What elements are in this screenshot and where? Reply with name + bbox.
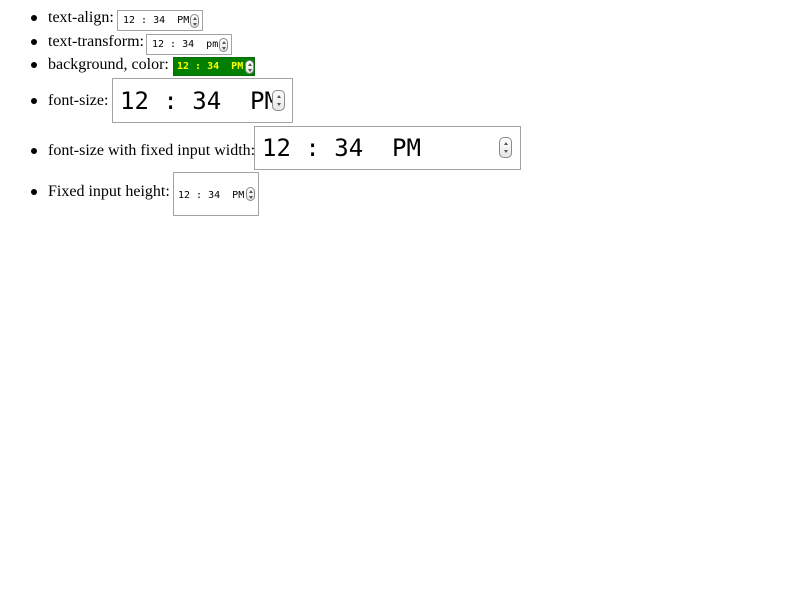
item-label: text-align: <box>48 9 114 26</box>
item-label: Fixed input height: <box>48 183 170 200</box>
up-down-stepper-icon[interactable] <box>219 38 228 52</box>
time-value[interactable]: 12 : 34 PM <box>120 87 279 115</box>
time-input-fixed-height[interactable]: 12 : 34 PM <box>173 172 259 216</box>
up-down-stepper-icon[interactable] <box>499 137 512 158</box>
time-input-font-size-fixed-width[interactable]: 12 : 34 PM <box>254 126 521 170</box>
time-input-text-align[interactable]: 12 : 34 PM <box>117 10 203 31</box>
up-down-stepper-icon[interactable] <box>272 90 285 111</box>
time-value[interactable]: 12 : 34 PM <box>178 188 244 203</box>
time-input-font-size[interactable]: 12 : 34 PM <box>112 78 293 123</box>
up-down-stepper-icon[interactable] <box>190 14 199 28</box>
item-label: background, color: <box>48 56 169 73</box>
up-down-stepper-icon[interactable] <box>246 187 255 201</box>
time-input-text-transform[interactable]: 12 : 34 pm <box>146 34 232 55</box>
time-value[interactable]: 12 : 34 PM <box>262 134 421 162</box>
up-down-stepper-icon[interactable] <box>245 60 254 74</box>
time-value[interactable]: 12 : 34 PM <box>177 59 243 74</box>
time-value[interactable]: 12 : 34 PM <box>123 13 189 28</box>
time-input-background-color[interactable]: 12 : 34 PM <box>173 57 255 76</box>
item-label: font-size: <box>48 92 109 109</box>
time-value[interactable]: 12 : 34 pm <box>152 37 218 52</box>
item-label: font-size with fixed input width: <box>48 142 256 159</box>
item-label: text-transform: <box>48 33 144 50</box>
